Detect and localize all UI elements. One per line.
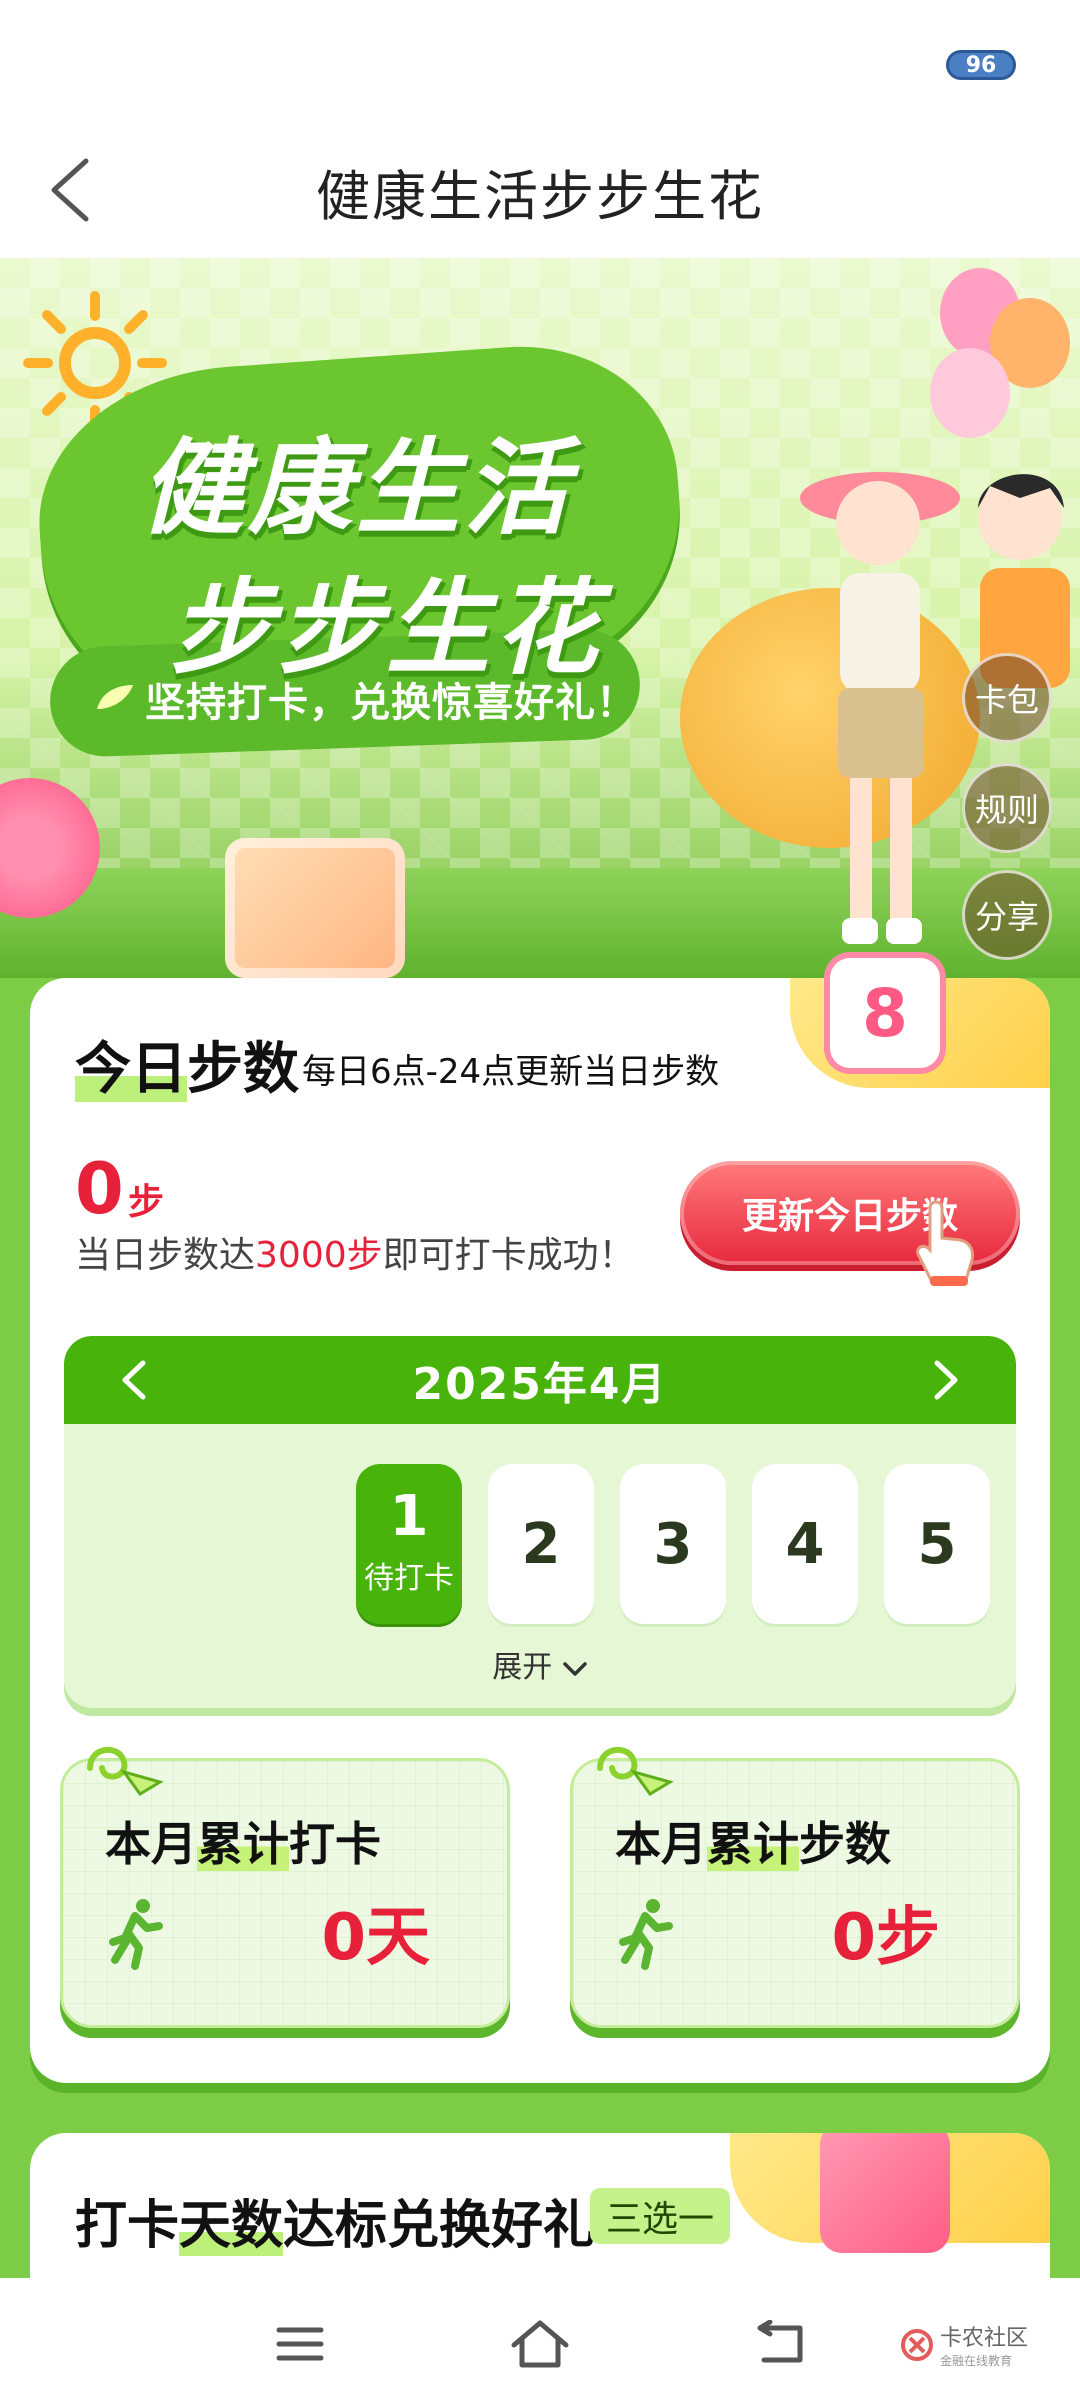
calendar-month-label: 2025年4月 (412, 1359, 668, 1410)
chevron-down-icon (563, 1661, 587, 1676)
swirl-arrow-icon (597, 1746, 674, 1796)
stat-title: 本月累计步数 (615, 1808, 891, 1874)
redeem-title-part-b: 天数 (179, 2196, 284, 2256)
today-title-rest: 步数 (187, 1037, 299, 1102)
home-button[interactable] (505, 2314, 575, 2374)
today-steps-card: 8 今日步数 每日6点-24点更新当日步数 0 步 当日步数达3000步即可打卡… (30, 958, 1050, 2083)
hero-slogan: 坚持打卡，兑换惊喜好礼！ (145, 680, 637, 726)
redeem-title-part-c: 达标兑换好礼 (283, 2196, 596, 2256)
girl-character-illustration (800, 472, 960, 944)
watermark: 卡农社区 金融在线教育 (900, 2320, 1028, 2369)
stat-value: 0步 (831, 1901, 940, 1975)
calendar-day-4[interactable]: 4 (752, 1464, 858, 1624)
stat-value: 0天 (321, 1901, 430, 1975)
menu-icon (276, 2327, 324, 2361)
chevron-right-icon (934, 1360, 958, 1400)
goal-hint: 当日步数达3000步即可打卡成功！ (75, 1226, 635, 1278)
next-month-button[interactable] (916, 1350, 976, 1410)
today-title-highlight: 今日 (75, 1037, 187, 1102)
stat-box (60, 1758, 510, 2028)
back-nav-button[interactable] (745, 2314, 815, 2374)
app-header: 健康生活步步生花 (0, 130, 1080, 258)
calendar-day-5[interactable]: 5 (884, 1464, 990, 1624)
stat-title-part-a: 本月 (105, 1817, 197, 1871)
today-steps-unit: 步 (128, 1182, 165, 1223)
system-nav-bar: 卡农社区 金融在线教育 (0, 2280, 1080, 2408)
today-steps-title: 今日步数 (75, 1024, 299, 1105)
calendar-day-2[interactable]: 2 (488, 1464, 594, 1624)
runner-icon (619, 1899, 673, 1970)
check-in-calendar: 2025年4月 1 待打卡 2 3 4 5 展开 (64, 1336, 1016, 1708)
day-number: 5 (917, 1511, 957, 1577)
expand-calendar-button[interactable]: 展开 (64, 1642, 1016, 1686)
stat-title-part-c: 步数 (799, 1817, 891, 1871)
goal-prefix: 当日步数达 (75, 1235, 256, 1276)
calendar-header: 2025年4月 (64, 1336, 1016, 1424)
stat-title-part-b: 累计 (707, 1817, 799, 1871)
status-bar: 96 (0, 0, 1080, 130)
hero-title-line1: 健康生活 (140, 427, 573, 549)
share-button[interactable]: 分享 (962, 870, 1052, 960)
day-number: 1 (389, 1483, 429, 1549)
rules-button[interactable]: 规则 (962, 763, 1052, 853)
page-title: 健康生活步步生花 (316, 165, 764, 228)
return-icon (757, 2320, 803, 2363)
watermark-name: 卡农社区 (940, 2326, 1029, 2351)
today-steps-subtitle: 每日6点-24点更新当日步数 (302, 1052, 720, 1092)
leaf-icon (97, 685, 133, 709)
runner-icon (109, 1899, 163, 1970)
card-pack-button[interactable]: 卡包 (962, 653, 1052, 743)
day-number: 4 (785, 1511, 825, 1577)
goal-target: 3000步 (255, 1235, 383, 1276)
today-steps-value: 0 (75, 1148, 124, 1230)
day-number: 3 (653, 1511, 693, 1577)
goal-suffix: 即可打卡成功！ (382, 1235, 635, 1276)
boy-character-illustration (978, 474, 1070, 688)
stat-box (570, 1758, 1020, 2028)
watermark-logo-icon (901, 2328, 933, 2361)
redeem-title-part-a: 打卡 (75, 2196, 180, 2256)
redeem-title: 打卡天数达标兑换好礼 (75, 2183, 595, 2258)
calendar-icon: 8 (830, 958, 940, 1068)
hand-pointer-icon (916, 1200, 974, 1286)
menu-button[interactable] (265, 2314, 335, 2374)
gift-icon (820, 2133, 950, 2253)
monthly-checkin-stat: 本月累计打卡 0天 (60, 1738, 510, 2028)
battery-indicator: 96 (946, 50, 1016, 80)
swirl-arrow-icon (87, 1746, 164, 1796)
calendar-day-3[interactable]: 3 (620, 1464, 726, 1624)
day-number: 2 (521, 1511, 561, 1577)
gift-box-illustration (225, 838, 405, 978)
monthly-steps-stat: 本月累计步数 0步 (570, 1738, 1020, 2028)
home-icon (511, 2320, 569, 2368)
watermark-sub: 金融在线教育 (940, 2354, 1013, 2368)
stat-title-part-b: 累计 (197, 1817, 289, 1871)
stat-title: 本月累计打卡 (105, 1808, 381, 1874)
hero-banner: 健康生活 步步生花 坚持打卡，兑换惊喜好礼！ 卡包 规则 分享 (0, 258, 1080, 978)
calendar-day-1[interactable]: 1 待打卡 (356, 1464, 462, 1624)
choose-one-tag: 三选一 (590, 2188, 731, 2244)
day-status: 待打卡 (364, 1560, 454, 1596)
stat-title-part-c: 打卡 (289, 1817, 381, 1871)
expand-label: 展开 (492, 1650, 553, 1685)
stat-title-part-a: 本月 (615, 1817, 707, 1871)
